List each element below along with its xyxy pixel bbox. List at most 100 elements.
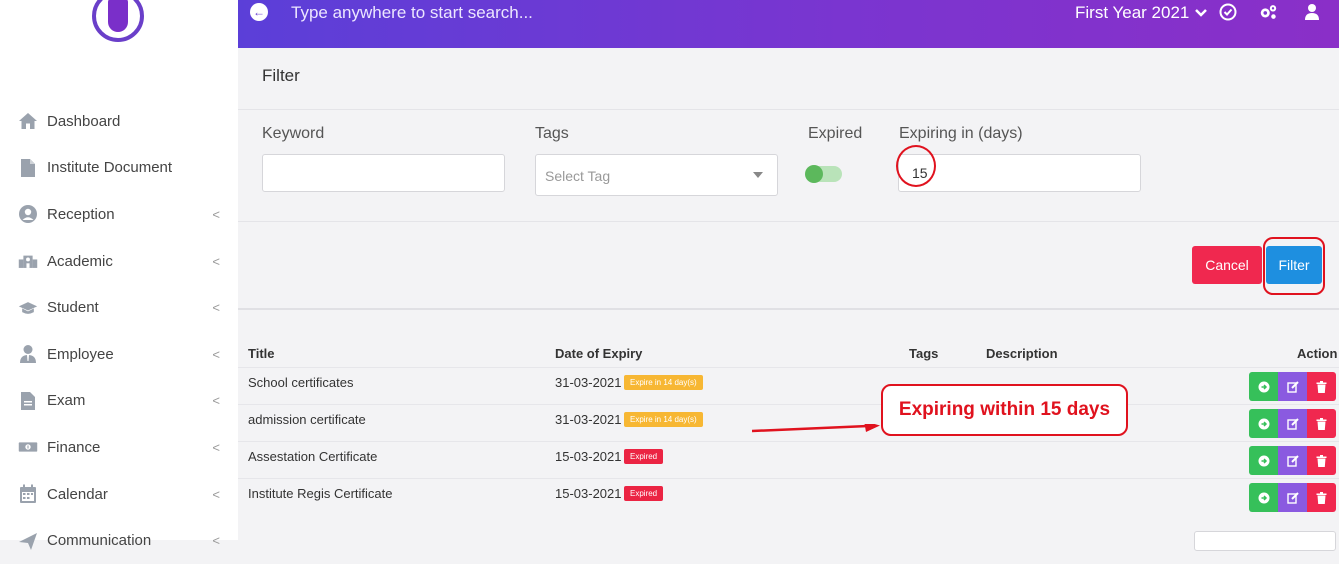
- status-badge: Expire in 14 day(s): [624, 412, 703, 427]
- status-badge: Expired: [624, 449, 664, 464]
- tags-label: Tags: [535, 125, 569, 142]
- row-expiry-date: 31-03-2021: [555, 412, 622, 427]
- column-header-action: Action: [1297, 346, 1338, 361]
- sidebar-item-reception[interactable]: Reception <: [0, 191, 238, 238]
- view-button[interactable]: [1249, 483, 1278, 512]
- settings-gears-icon[interactable]: [1258, 2, 1278, 22]
- sidebar-item-label: Finance: [47, 438, 101, 456]
- view-button[interactable]: [1249, 409, 1278, 438]
- edit-button[interactable]: [1278, 446, 1307, 475]
- sidebar-item-label: Exam: [47, 392, 86, 410]
- academic-year-label: First Year 2021: [1075, 3, 1190, 22]
- sidebar: Dashboard Institute Document Reception <…: [0, 0, 238, 550]
- chevron-left-icon: <: [212, 253, 220, 269]
- sidebar-item-communication[interactable]: Communication <: [0, 517, 238, 564]
- sidebar-item-institute-document[interactable]: Institute Document: [0, 145, 238, 192]
- document-icon: [18, 158, 38, 178]
- filter-actions: Cancel Filter: [238, 210, 1339, 310]
- sidebar-item-label: Employee: [47, 345, 114, 363]
- money-icon: [18, 437, 38, 457]
- table-row: School certificates 31-03-2021 Expire in…: [238, 367, 1339, 404]
- employee-icon: [18, 344, 38, 364]
- keyword-label: Keyword: [262, 125, 325, 142]
- filter-form: Keyword Tags Select Tag Expired Expiring…: [238, 110, 1339, 222]
- row-title: Assestation Certificate: [248, 449, 378, 464]
- sidebar-item-student[interactable]: Student <: [0, 284, 238, 331]
- chevron-left-icon: <: [212, 486, 220, 502]
- chevron-left-icon: <: [212, 439, 220, 455]
- sidebar-item-label: Communication: [47, 532, 152, 550]
- delete-button[interactable]: [1307, 446, 1336, 475]
- user-profile-icon[interactable]: [1302, 2, 1322, 22]
- view-button[interactable]: [1249, 372, 1278, 401]
- table-row: Institute Regis Certificate 15-03-2021 E…: [238, 478, 1339, 515]
- annotation-arrow: [752, 424, 880, 433]
- sidebar-item-academic[interactable]: Academic <: [0, 238, 238, 285]
- sidebar-item-finance[interactable]: Finance <: [0, 424, 238, 471]
- row-title: Institute Regis Certificate: [248, 486, 393, 501]
- expiring-days-label: Expiring in (days): [899, 125, 1023, 142]
- chevron-left-icon: <: [212, 300, 220, 316]
- row-title: School certificates: [248, 375, 354, 390]
- sidebar-item-employee[interactable]: Employee <: [0, 331, 238, 378]
- filter-title: Filter: [238, 48, 1339, 110]
- sidebar-item-label: Institute Document: [47, 159, 173, 177]
- app-logo[interactable]: [92, 0, 144, 42]
- edit-button[interactable]: [1278, 372, 1307, 401]
- sidebar-item-label: Dashboard: [47, 112, 121, 130]
- sidebar-item-label: Student: [47, 299, 99, 317]
- pagination-control[interactable]: [1194, 531, 1336, 551]
- filter-panel: Filter Keyword Tags Select Tag Expired E…: [238, 48, 1339, 310]
- top-bar: ← Type anywhere to start search... First…: [238, 0, 1339, 48]
- cancel-button[interactable]: Cancel: [1192, 246, 1262, 284]
- row-expiry-date: 15-03-2021: [555, 449, 622, 464]
- edit-button[interactable]: [1278, 409, 1307, 438]
- home-icon: [18, 111, 38, 131]
- keyword-input[interactable]: [262, 154, 505, 192]
- sidebar-item-calendar[interactable]: Calendar <: [0, 471, 238, 518]
- column-header-description: Description: [986, 346, 1058, 361]
- sidebar-item-label: Reception: [47, 205, 115, 223]
- check-circle-icon[interactable]: [1218, 2, 1238, 22]
- annotation-circle-days: [896, 145, 936, 187]
- sidebar-item-exam[interactable]: Exam <: [0, 378, 238, 425]
- view-button[interactable]: [1249, 446, 1278, 475]
- sidebar-item-label: Academic: [47, 252, 113, 270]
- user-circle-icon: [18, 204, 38, 224]
- calendar-icon: [18, 484, 38, 504]
- edit-button[interactable]: [1278, 483, 1307, 512]
- chevron-left-icon: <: [212, 393, 220, 409]
- school-building-icon: [18, 251, 38, 271]
- chevron-left-icon: <: [212, 206, 220, 222]
- chevron-left-icon: <: [212, 346, 220, 362]
- status-badge: Expired: [624, 486, 664, 501]
- row-expiry-date: 31-03-2021: [555, 375, 622, 390]
- chevron-left-icon: <: [212, 533, 220, 549]
- column-header-title: Title: [248, 346, 275, 361]
- tags-select[interactable]: Select Tag: [535, 154, 778, 196]
- sidebar-item-dashboard[interactable]: Dashboard: [0, 98, 238, 145]
- delete-button[interactable]: [1307, 409, 1336, 438]
- column-header-tags: Tags: [909, 346, 939, 361]
- dropdown-caret-icon: [753, 172, 763, 178]
- annotation-circle-filter-button: [1263, 237, 1325, 295]
- delete-button[interactable]: [1307, 372, 1336, 401]
- row-expiry-date: 15-03-2021: [555, 486, 622, 501]
- sidebar-nav: Dashboard Institute Document Reception <…: [0, 98, 238, 564]
- expired-label: Expired: [808, 125, 863, 142]
- chevron-down-icon: [1194, 3, 1208, 22]
- exam-file-icon: [18, 391, 38, 411]
- table-row: Assestation Certificate 15-03-2021 Expir…: [238, 441, 1339, 478]
- status-badge: Expire in 14 day(s): [624, 375, 703, 390]
- row-title: admission certificate: [248, 412, 366, 427]
- graduation-cap-icon: [18, 298, 38, 318]
- global-search-input[interactable]: Type anywhere to start search...: [291, 3, 533, 23]
- academic-year-dropdown[interactable]: First Year 2021: [1075, 3, 1208, 23]
- back-arrow-icon[interactable]: ←: [250, 3, 268, 21]
- send-icon: [18, 531, 38, 551]
- delete-button[interactable]: [1307, 483, 1336, 512]
- column-header-date: Date of Expiry: [555, 346, 643, 361]
- sidebar-item-label: Calendar: [47, 485, 108, 503]
- annotation-callout: Expiring within 15 days: [881, 384, 1128, 436]
- expired-toggle[interactable]: [805, 165, 842, 183]
